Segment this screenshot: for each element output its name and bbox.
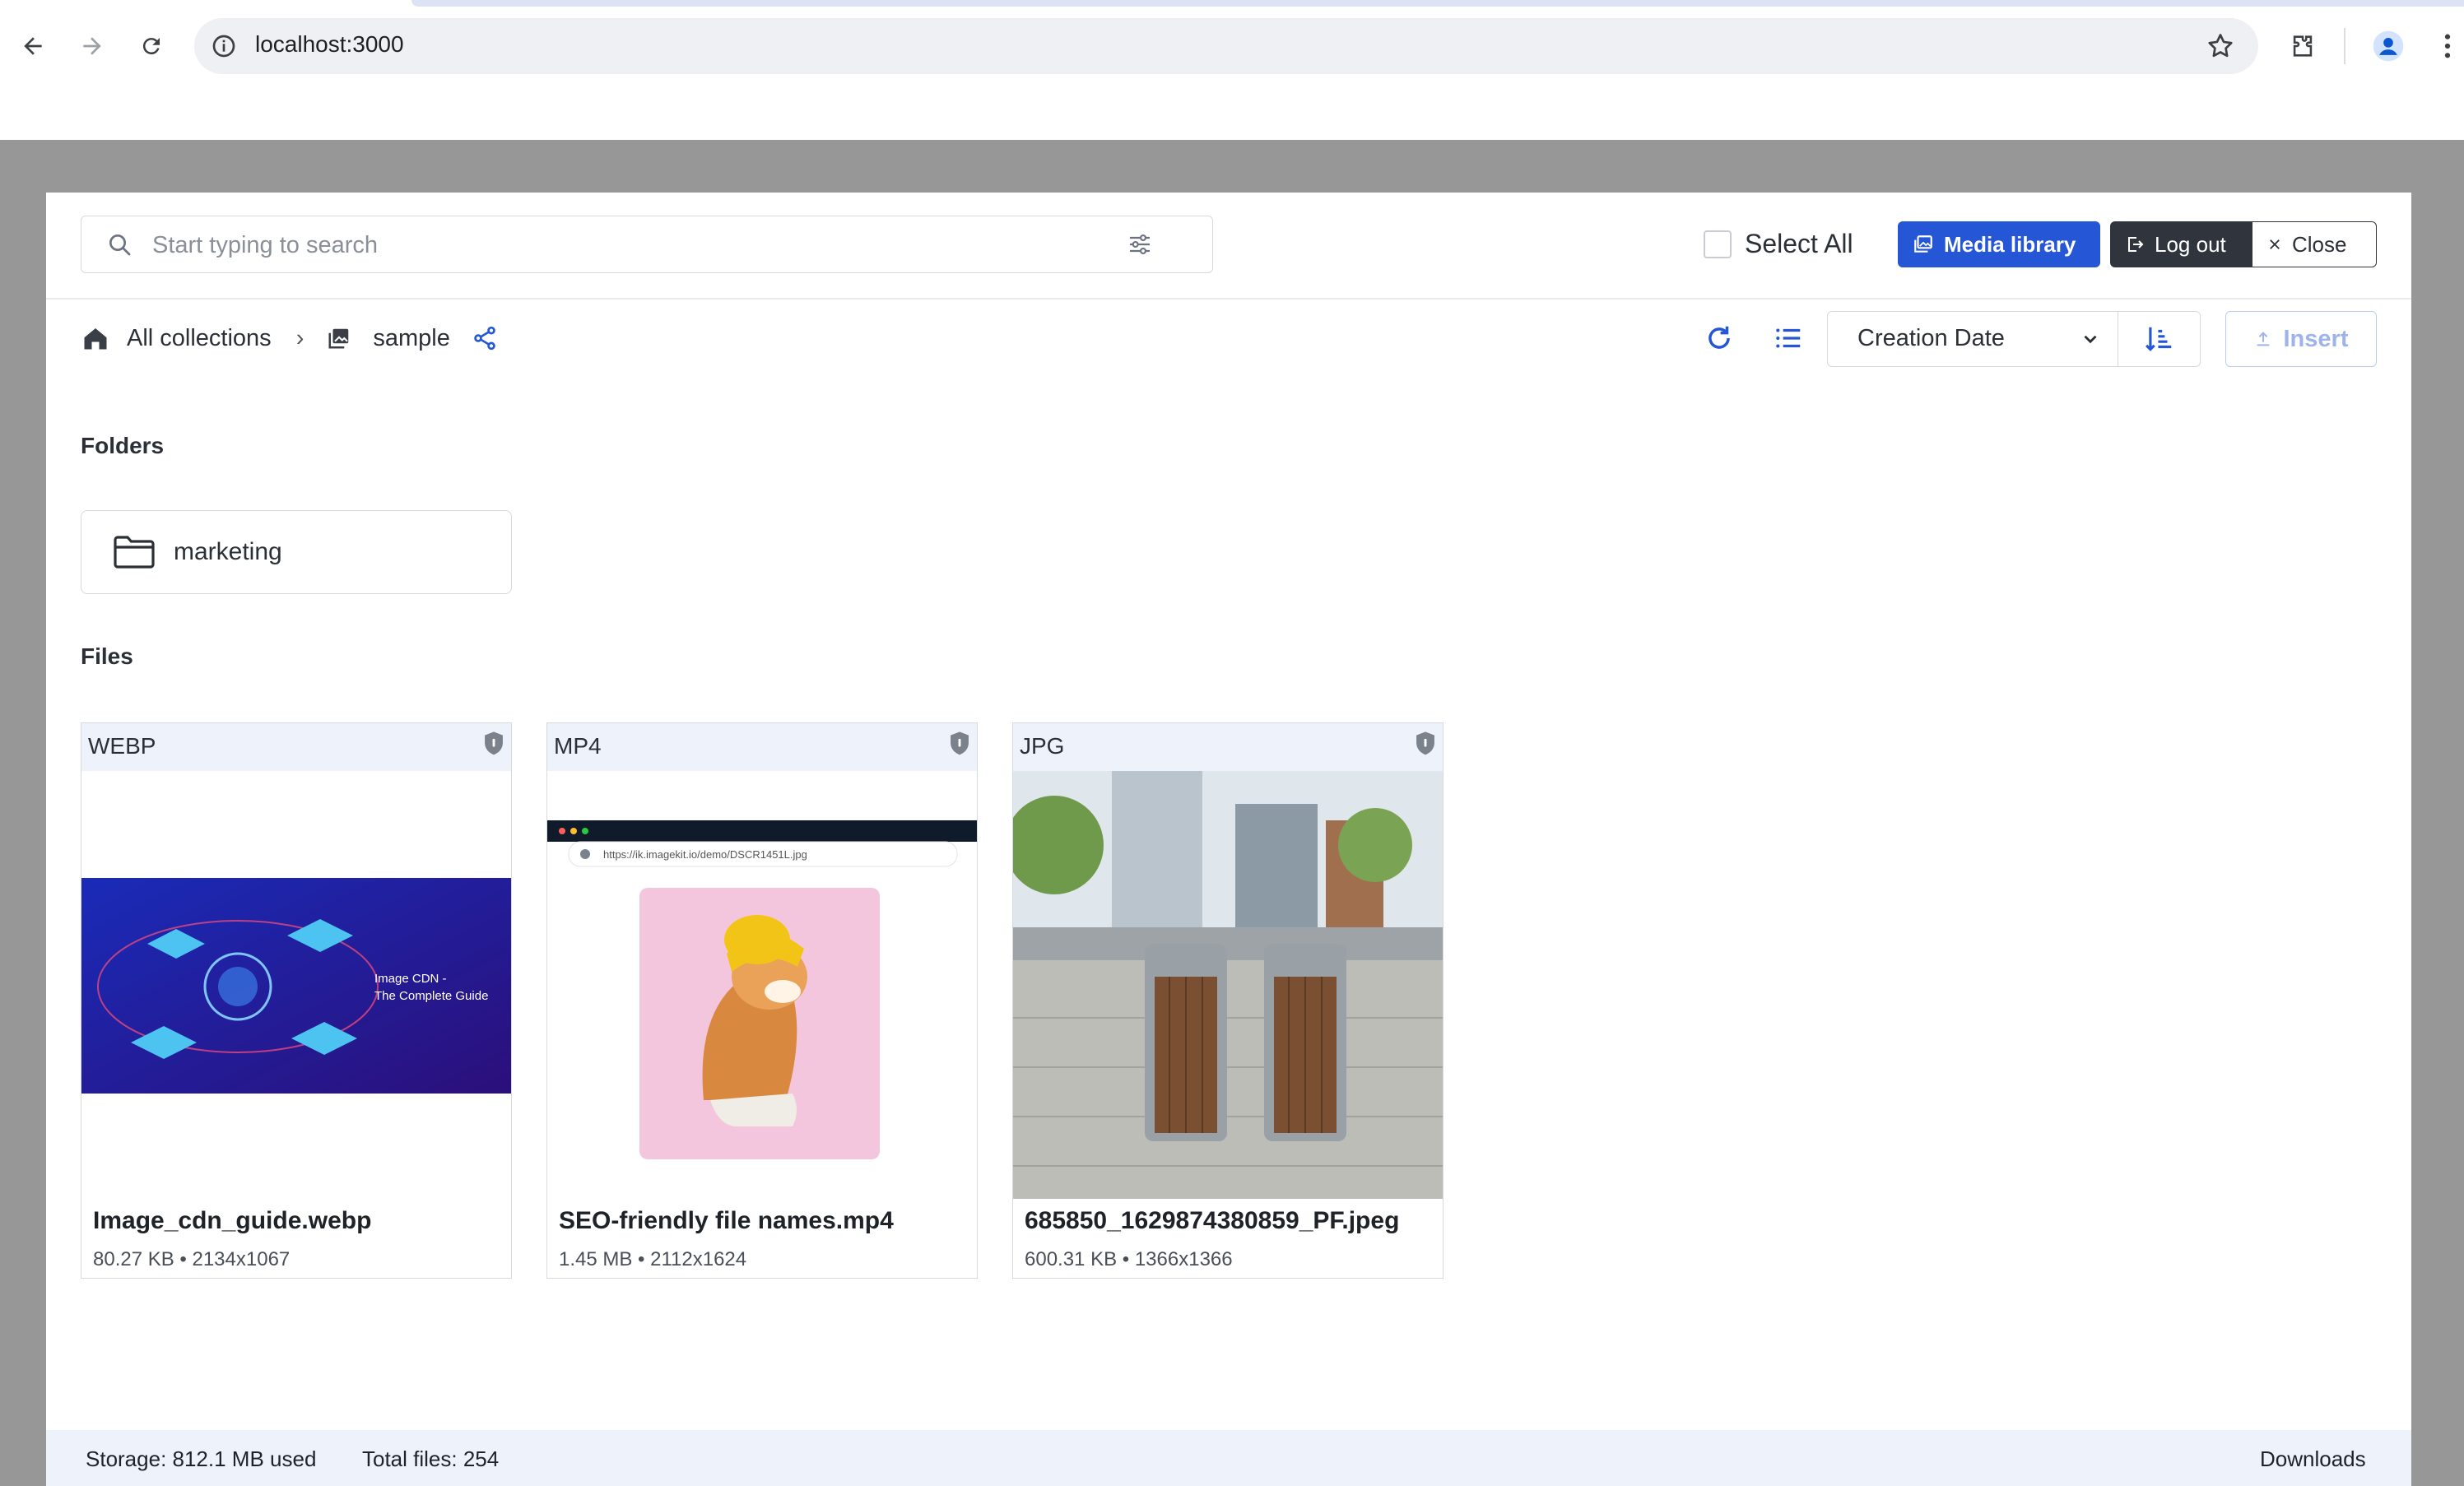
thumb-title-line-2: The Complete Guide: [374, 989, 488, 1003]
profile-avatar-icon[interactable]: [2372, 30, 2405, 63]
breadcrumb-sample[interactable]: sample: [373, 325, 450, 352]
browser-menu-icon[interactable]: [2431, 30, 2464, 63]
file-card[interactable]: JPG 685850_1629874380859_PF.jpeg 600.31 …: [1012, 722, 1444, 1279]
sort-select[interactable]: Creation Date: [1827, 311, 2118, 367]
list-view-icon[interactable]: [1773, 323, 1804, 358]
breadcrumb-all-collections[interactable]: All collections: [127, 325, 272, 352]
close-icon: [2270, 239, 2280, 249]
toolbar-divider-line: [46, 298, 2411, 300]
folder-name: marketing: [174, 538, 282, 565]
file-card-header: MP4: [547, 723, 977, 771]
street-bins-photo: [1013, 771, 1443, 1199]
folder-icon: [114, 536, 155, 569]
refresh-icon[interactable]: [1704, 323, 1735, 358]
select-all-label[interactable]: Select All: [1745, 229, 1853, 259]
file-type-label: WEBP: [88, 733, 156, 759]
file-meta: 600.31 KB • 1366x1366: [1025, 1248, 1233, 1270]
file-card[interactable]: MP4 https://ik.imagekit.io/demo/DSCR1451…: [546, 722, 978, 1279]
logout-button[interactable]: Log out: [2110, 221, 2252, 267]
toolbar-divider: [2344, 28, 2345, 64]
file-thumbnail: Image CDN - The Complete Guide: [81, 771, 511, 1199]
private-shield-icon: [485, 731, 503, 755]
collection-image-icon: [327, 326, 351, 351]
search-input[interactable]: [151, 228, 1125, 262]
bookmark-star-icon[interactable]: [2206, 31, 2235, 65]
video-preview: https://ik.imagekit.io/demo/DSCR1451L.jp…: [547, 820, 977, 1159]
thumb-title-line-1: Image CDN -: [374, 972, 447, 986]
file-name: Image_cdn_guide.webp: [93, 1207, 372, 1234]
forward-icon[interactable]: [76, 30, 109, 63]
reload-icon[interactable]: [135, 30, 168, 63]
chevron-down-icon: [2080, 328, 2101, 354]
media-library-modal: Select All Media library Log out Close A…: [46, 193, 2411, 1486]
file-meta: 1.45 MB • 2112x1624: [559, 1248, 747, 1270]
video-url-text: https://ik.imagekit.io/demo/DSCR1451L.jp…: [603, 848, 807, 861]
total-files: Total files: 254: [362, 1447, 500, 1471]
select-all-checkbox[interactable]: [1704, 230, 1732, 258]
file-card-header: JPG: [1013, 723, 1443, 771]
close-button[interactable]: Close: [2252, 221, 2377, 267]
address-bar[interactable]: localhost:3000: [194, 18, 2258, 74]
back-icon[interactable]: [16, 30, 49, 63]
file-meta: 80.27 KB • 2134x1067: [93, 1248, 291, 1270]
downloads-link[interactable]: Downloads: [2260, 1447, 2366, 1472]
file-card[interactable]: WEBP Image CDN - The Complete Guide Imag…: [81, 722, 512, 1279]
filter-settings-icon[interactable]: [1127, 231, 1153, 262]
status-footer: Storage: 812.1 MB used Total files: 254 …: [46, 1430, 2411, 1486]
media-library-icon: [1914, 235, 1932, 253]
file-name: 685850_1629874380859_PF.jpeg: [1025, 1207, 1400, 1234]
file-thumbnail: [1013, 771, 1443, 1199]
insert-button[interactable]: Insert: [2225, 311, 2377, 367]
close-label: Close: [2292, 231, 2347, 257]
image-cdn-guide-preview: Image CDN - The Complete Guide: [81, 878, 511, 1094]
private-shield-icon: [951, 731, 969, 755]
file-card-header: WEBP: [81, 723, 511, 771]
home-icon[interactable]: [81, 323, 110, 353]
upload-icon: [2257, 332, 2269, 346]
search-icon: [106, 231, 132, 262]
files-heading: Files: [81, 643, 133, 669]
insert-label: Insert: [2283, 325, 2349, 352]
private-shield-icon: [1416, 731, 1434, 755]
folders-heading: Folders: [81, 433, 165, 458]
share-icon[interactable]: [472, 325, 498, 351]
media-library-label: Media library: [1944, 231, 2076, 257]
file-name: SEO-friendly file names.mp4: [559, 1207, 894, 1234]
site-info-icon[interactable]: [211, 33, 237, 63]
file-type-label: MP4: [554, 733, 602, 759]
extensions-icon[interactable]: [2286, 30, 2319, 63]
storage-used: Storage: 812.1 MB used: [86, 1447, 317, 1471]
folder-card-marketing[interactable]: marketing: [81, 510, 512, 594]
sort-order-button[interactable]: [2118, 311, 2201, 367]
file-thumbnail: https://ik.imagekit.io/demo/DSCR1451L.jp…: [547, 771, 977, 1199]
logout-label: Log out: [2155, 231, 2226, 257]
breadcrumb: All collections › sample: [81, 318, 498, 359]
media-library-button[interactable]: Media library: [1898, 221, 2100, 267]
search-box[interactable]: [81, 216, 1213, 273]
sort-descending-icon: [2145, 327, 2171, 351]
tab-strip: [411, 0, 2464, 7]
logout-icon: [2128, 237, 2144, 252]
breadcrumb-separator: ›: [295, 324, 305, 351]
sort-selected-value: Creation Date: [1857, 325, 2005, 351]
url-text: localhost:3000: [255, 31, 404, 57]
file-type-label: JPG: [1020, 733, 1065, 759]
browser-chrome: localhost:3000: [0, 0, 2464, 140]
